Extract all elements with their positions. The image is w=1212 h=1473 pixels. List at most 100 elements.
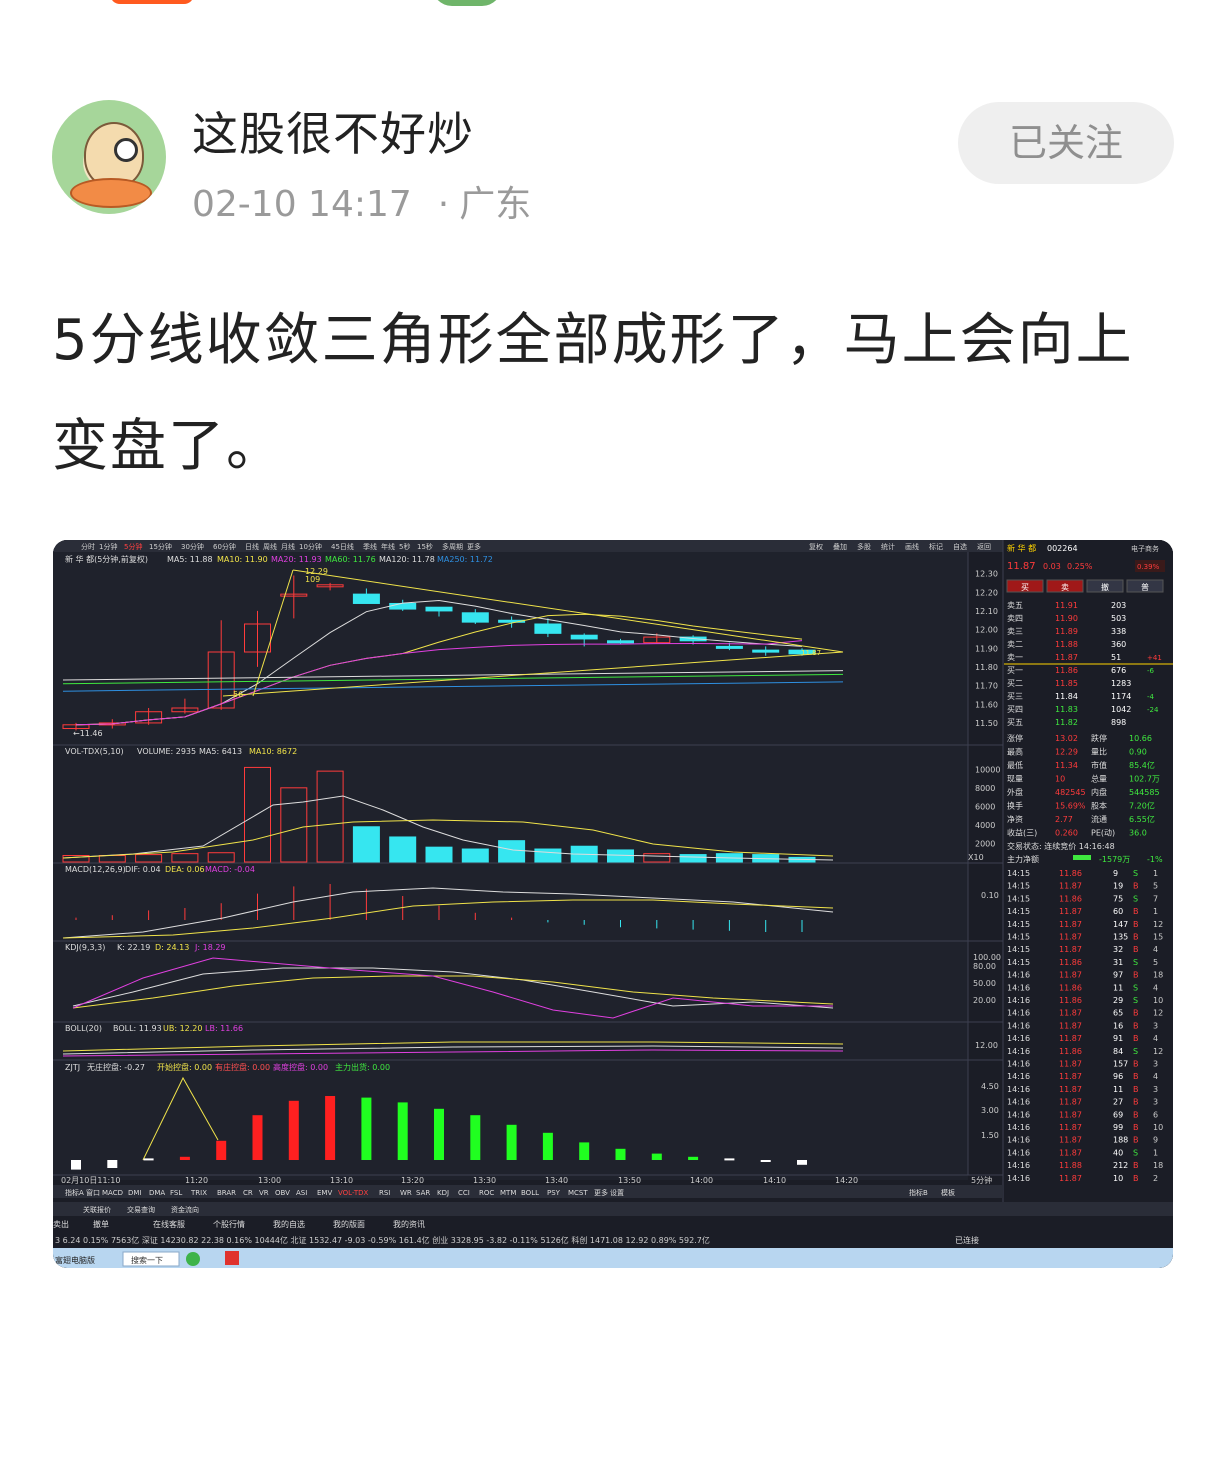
trade-button-label[interactable]: 普 [1141, 582, 1149, 592]
toolbar-tool[interactable]: 叠加 [833, 542, 847, 551]
tick-count: 5 [1153, 958, 1158, 967]
toolbar-item[interactable]: 在线客服 [153, 1219, 185, 1229]
toolbar-tool[interactable]: 返回 [977, 543, 991, 551]
indicator-tab[interactable]: CCI [458, 1189, 470, 1197]
trade-button-label[interactable]: 买 [1021, 583, 1029, 592]
indicator-tab[interactable]: FSL [170, 1189, 182, 1197]
tick-side: B [1133, 1110, 1139, 1119]
period-tab[interactable]: 60分钟 [213, 542, 236, 551]
period-tab[interactable]: 季线 [363, 542, 377, 551]
time-axis-tick: 13:50 [618, 1176, 641, 1185]
period-tab[interactable]: 分时 [81, 542, 95, 551]
period-tab[interactable]: 日线 [245, 542, 259, 551]
bottom-bar-item[interactable]: 关联报价 [83, 1205, 111, 1214]
taskbar-app-icon[interactable] [225, 1251, 239, 1265]
indicator-right-tab[interactable]: 模板 [941, 1188, 955, 1197]
tick-price: 11.87 [1059, 1098, 1082, 1107]
tick-price: 11.87 [1059, 971, 1082, 980]
toolbar-tool[interactable]: 自选 [953, 542, 967, 551]
indicator-tab[interactable]: BOLL [521, 1189, 539, 1197]
indicator-tab[interactable]: DMI [128, 1189, 142, 1197]
bid-volume: 898 [1111, 718, 1126, 727]
period-tab[interactable]: 月线 [281, 542, 295, 551]
zjtj-bar [615, 1148, 626, 1160]
indicator-tab[interactable]: 设置 [610, 1188, 624, 1197]
taskbar-browser-icon[interactable] [186, 1252, 200, 1266]
indicator-tab[interactable]: MCST [568, 1189, 588, 1197]
toolbar-tool[interactable]: 标记 [929, 542, 943, 551]
toolbar-tool[interactable]: 复权 [809, 542, 823, 551]
toolbar-left-item[interactable]: 卖出 [53, 1219, 69, 1229]
toolbar-tool[interactable]: 统计 [881, 542, 895, 551]
tick-volume: 69 [1113, 1110, 1123, 1119]
tick-price: 11.87 [1059, 1123, 1082, 1132]
indicator-tab[interactable]: MACD [102, 1189, 123, 1197]
tick-side: B [1133, 1174, 1139, 1183]
indicator-tab[interactable]: SAR [416, 1189, 430, 1197]
bid-label: 买一 [1007, 666, 1023, 675]
toolbar-item[interactable]: 我的自选 [273, 1219, 305, 1229]
tick-volume: 31 [1113, 958, 1123, 967]
toolbar-item[interactable]: 撤单 [93, 1219, 109, 1229]
zjtj-bar [288, 1100, 299, 1160]
period-tab[interactable]: 多周期 [442, 542, 463, 551]
time-axis-tick: 14:10 [763, 1176, 786, 1185]
volume-bar [607, 849, 634, 863]
indicator-tab[interactable]: ROC [479, 1189, 494, 1197]
toolbar-item[interactable]: 我的版面 [333, 1219, 365, 1229]
time-axis-tick: 13:30 [473, 1176, 496, 1185]
username[interactable]: 这股很不好炒 [192, 98, 474, 164]
indicator-tab[interactable]: CR [243, 1189, 253, 1197]
bid-label: 买二 [1007, 679, 1023, 688]
indicator-tab[interactable]: KDJ [437, 1189, 449, 1197]
indicator-tab[interactable]: VR [259, 1189, 269, 1197]
bottom-bar-item[interactable]: 资金流向 [171, 1205, 199, 1214]
indicator-tab[interactable]: DMA [149, 1189, 165, 1197]
tick-count: 18 [1153, 1161, 1163, 1170]
period-tab[interactable]: 30分钟 [181, 542, 204, 551]
indicator-tab[interactable]: 指标A [65, 1188, 84, 1197]
tick-time: 14:16 [1007, 1047, 1030, 1056]
trade-button-label[interactable]: 卖 [1061, 583, 1069, 592]
toolbar-tool[interactable]: 画线 [905, 542, 919, 551]
stat-label: 内盘 [1091, 787, 1107, 797]
toolbar-tool[interactable]: 多股 [857, 542, 871, 551]
indicator-tab[interactable]: BRAR [217, 1189, 236, 1197]
indicator-tab[interactable]: WR [400, 1189, 412, 1197]
boll-value: BOLL: 11.93 [113, 1024, 162, 1033]
indicator-tab[interactable]: RSI [379, 1189, 390, 1197]
zjtj-axis-tick: 3.00 [981, 1106, 999, 1115]
period-tab[interactable]: 15秒 [417, 542, 433, 551]
period-tab[interactable]: 年线 [381, 542, 395, 551]
period-tab[interactable]: 10分钟 [299, 542, 322, 551]
follow-button[interactable]: 已关注 [958, 102, 1174, 184]
period-tab[interactable]: 15分钟 [149, 542, 172, 551]
tick-count: 2 [1153, 1174, 1158, 1183]
indicator-tab[interactable]: 更多 [594, 1188, 608, 1197]
indicator-right-tab[interactable]: 指标B [909, 1188, 928, 1197]
indicator-tab[interactable]: MTM [500, 1189, 516, 1197]
period-tab[interactable]: 周线 [263, 542, 277, 551]
tick-count: 10 [1153, 996, 1163, 1005]
bottom-bar-item[interactable]: 交易查询 [127, 1205, 155, 1214]
indicator-tab[interactable]: 窗口 [86, 1188, 100, 1197]
candle-body [352, 593, 380, 604]
indicator-tab[interactable]: ASI [296, 1189, 307, 1197]
indicator-tab[interactable]: EMV [317, 1189, 332, 1197]
indicator-tab[interactable]: TRIX [190, 1189, 207, 1197]
trading-software-screenshot[interactable]: 分时 1分钟 5分钟 15分钟 30分钟 60分钟 日线 周线 月线 10分钟 45日线 季线 年线 5秒… [53, 540, 1173, 1268]
indicator-tab[interactable]: PSY [547, 1189, 561, 1197]
period-tab[interactable]: 1分钟 [99, 542, 117, 551]
indicator-tab[interactable]: VOL-TDX [338, 1189, 369, 1197]
trade-button-label[interactable]: 撤 [1101, 582, 1109, 592]
toolbar-item[interactable]: 我的资讯 [393, 1219, 425, 1229]
toolbar-item[interactable]: 个股行情 [213, 1219, 245, 1229]
avatar[interactable] [52, 100, 166, 214]
candle-body [715, 645, 743, 649]
quote-industry: 电子商务 [1131, 544, 1159, 553]
period-tab[interactable]: 5秒 [399, 542, 410, 551]
period-tab[interactable]: 45日线 [331, 542, 354, 551]
period-tab[interactable]: 5分钟 [124, 542, 142, 551]
period-tab[interactable]: 更多 [467, 542, 481, 551]
indicator-tab[interactable]: OBV [275, 1189, 290, 1197]
